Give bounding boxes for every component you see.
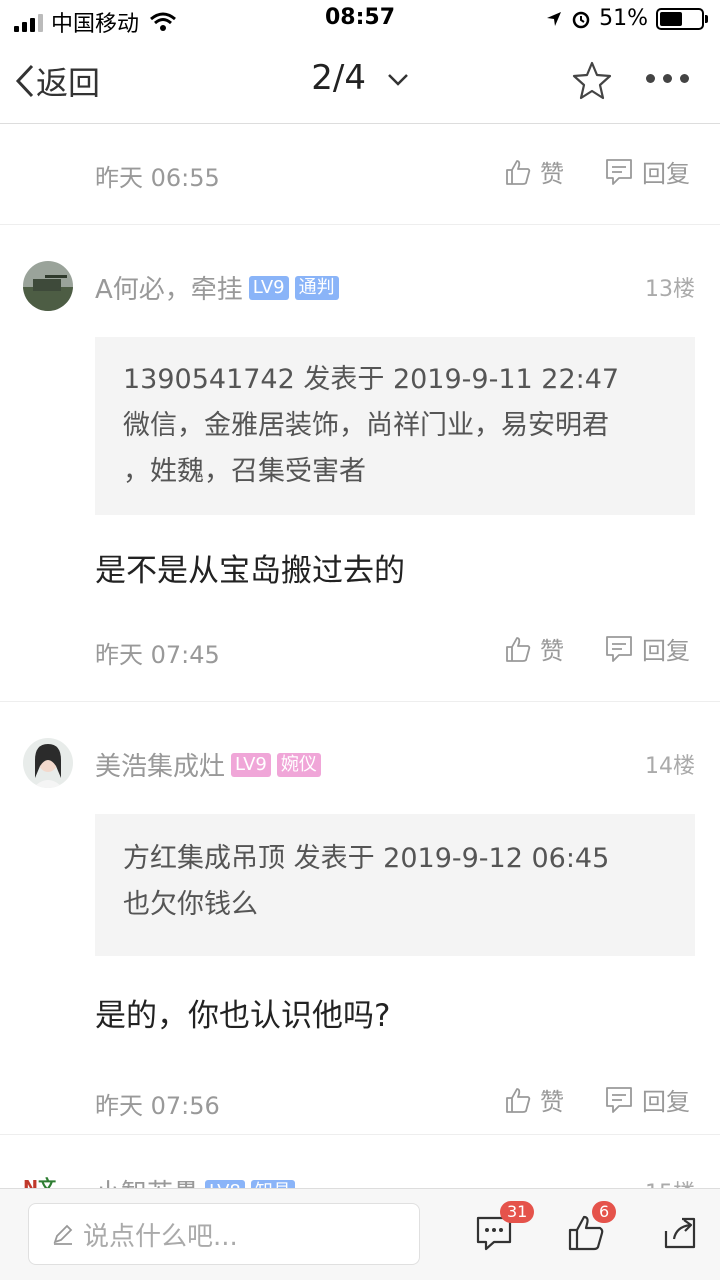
battery-icon — [656, 7, 708, 30]
post-meta-row: 昨天 06:55 赞 回复 — [0, 124, 720, 224]
avatar[interactable] — [23, 738, 73, 788]
location-arrow-icon — [547, 11, 562, 26]
quote-line: 方红集成吊顶 发表于 2019-9-12 06:45 — [123, 843, 610, 874]
input-placeholder: 说点什么吧... — [83, 1221, 238, 1252]
quote-line: ，姓魏，召集受害者 — [123, 456, 366, 487]
page-indicator: 2/4 — [311, 58, 366, 98]
reply-button[interactable]: 回复 — [604, 631, 690, 666]
reply-label: 回复 — [642, 1088, 690, 1116]
divider — [0, 224, 720, 233]
comment-count-badge: 31 — [500, 1201, 535, 1223]
author-info: 美浩集成灶 LV9 婉仪 — [95, 746, 321, 783]
pencil-icon — [53, 1224, 73, 1245]
avatar[interactable] — [23, 261, 73, 311]
quote-block: 1390541742 发表于 2019-9-11 22:47 微信，金雅居装饰，… — [95, 337, 695, 515]
reply-button[interactable]: 回复 — [604, 1082, 690, 1117]
share-icon — [664, 1217, 696, 1249]
like-button[interactable]: 赞 — [504, 631, 564, 666]
more-options-icon[interactable] — [646, 74, 689, 83]
status-right: 51% — [545, 6, 708, 31]
post-time: 昨天 07:56 — [95, 1092, 220, 1120]
page-selector[interactable]: 2/4 — [0, 58, 720, 98]
level-badge: LV9 — [248, 275, 289, 300]
post-content: 是不是从宝岛搬过去的 — [95, 553, 405, 589]
comment-input[interactable]: 说点什么吧... — [28, 1203, 420, 1265]
status-bar: 中国移动 08:57 51% — [0, 0, 720, 40]
quote-line: 微信，金雅居装饰，尚祥门业，易安明君 — [123, 410, 609, 441]
post-content: 是的，你也认识他吗? — [95, 998, 391, 1034]
post-header: A何必，牵挂 LV9 通判 13楼 — [0, 233, 720, 337]
author-name[interactable]: 美浩集成灶 — [95, 746, 225, 783]
title-badge: 婉仪 — [276, 752, 321, 777]
like-button[interactable]: 赞 — [504, 154, 564, 189]
reply-label: 回复 — [642, 160, 690, 188]
comment-icon — [606, 1086, 632, 1113]
alarm-icon — [572, 11, 590, 28]
post-header: 美浩集成灶 LV9 婉仪 14楼 — [0, 710, 720, 814]
nav-bar: 返回 2/4 — [0, 40, 720, 124]
thumbs-up-icon — [506, 1087, 531, 1113]
floor-number: 13楼 — [645, 277, 695, 302]
favorite-star-icon[interactable] — [572, 60, 612, 100]
comment-icon — [606, 158, 632, 185]
like-button[interactable]: 赞 — [504, 1082, 564, 1117]
quote-line: 1390541742 发表于 2019-9-11 22:47 — [123, 364, 620, 395]
reply-post-partial: N文 小智若愚 LV8 知县 15楼 — [0, 1134, 720, 1194]
battery-percent: 51% — [599, 6, 648, 31]
like-post-button[interactable]: 6 — [566, 1201, 617, 1257]
like-label: 赞 — [540, 160, 564, 188]
comments-button[interactable]: 31 — [474, 1201, 535, 1257]
author-name[interactable]: A何必，牵挂 — [95, 269, 243, 306]
title-badge: 通判 — [294, 275, 339, 300]
floor-number: 14楼 — [645, 754, 695, 779]
reply-button[interactable]: 回复 — [604, 154, 690, 189]
thumbs-up-icon — [506, 159, 531, 185]
share-button[interactable] — [660, 1213, 700, 1257]
post-meta-row: 昨天 07:45 赞 回复 — [0, 601, 720, 701]
author-info: A何必，牵挂 LV9 通判 — [95, 269, 339, 306]
reply-post: 美浩集成灶 LV9 婉仪 14楼 方红集成吊顶 发表于 2019-9-12 06… — [0, 710, 720, 1152]
like-count-badge: 6 — [592, 1201, 617, 1223]
quote-block: 方红集成吊顶 发表于 2019-9-12 06:45 也欠你钱么 — [95, 814, 695, 956]
post-time: 昨天 07:45 — [95, 641, 220, 669]
bottom-bar: 说点什么吧... 31 6 — [0, 1188, 720, 1280]
quote-line: 也欠你钱么 — [123, 889, 258, 920]
reply-label: 回复 — [642, 637, 690, 665]
reply-post: A何必，牵挂 LV9 通判 13楼 1390541742 发表于 2019-9-… — [0, 233, 720, 701]
divider — [0, 701, 720, 710]
like-label: 赞 — [540, 637, 564, 665]
comment-icon — [606, 635, 632, 662]
like-label: 赞 — [540, 1088, 564, 1116]
chevron-down-icon — [387, 73, 408, 86]
reply-feed: 昨天 06:55 赞 回复 A何必，牵挂 LV9 通判 13楼 13905417… — [0, 124, 720, 1152]
level-badge: LV9 — [231, 752, 271, 777]
thumbs-up-icon — [506, 636, 531, 662]
post-time: 昨天 06:55 — [95, 164, 220, 192]
